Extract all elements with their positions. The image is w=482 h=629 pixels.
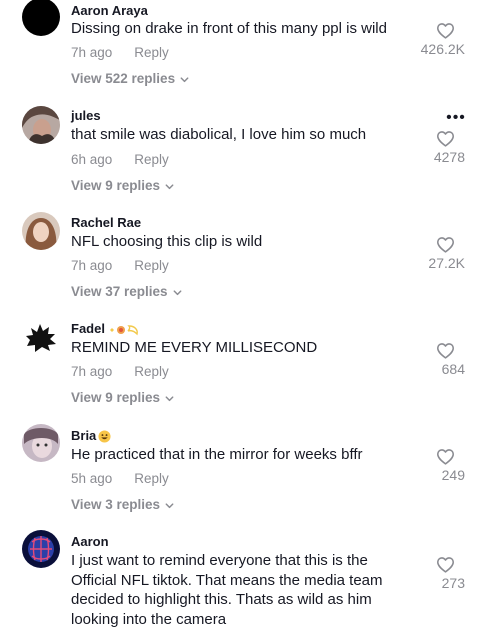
like-count: 273	[441, 575, 465, 591]
like-button[interactable]: 426.2K	[405, 22, 465, 57]
like-button[interactable]: 249	[405, 448, 465, 483]
comment-text: Dissing on drake in front of this many p…	[71, 20, 387, 37]
more-options-icon[interactable]: •••	[446, 110, 466, 126]
view-replies-label: View 9 replies	[71, 390, 161, 405]
heart-outline-icon	[437, 131, 454, 147]
reply-button[interactable]: Reply	[134, 258, 169, 273]
view-replies-button[interactable]: View 522 replies	[71, 71, 190, 86]
comment-text: REMIND ME EVERY MILLISECOND	[71, 339, 318, 356]
like-count: 684	[441, 361, 465, 377]
grinning-emoji-icon	[98, 430, 111, 443]
chevron-down-icon	[180, 77, 189, 83]
reply-button[interactable]: Reply	[134, 471, 169, 486]
comment-username[interactable]: Aaron Araya	[71, 3, 148, 18]
avatar-image	[22, 318, 60, 356]
chevron-down-icon	[165, 184, 174, 190]
comment-username-text: Fadel	[71, 321, 105, 336]
avatar[interactable]	[22, 318, 60, 356]
avatar[interactable]	[22, 424, 60, 462]
comment-username[interactable]: Fadel	[71, 321, 141, 337]
like-count: 4278	[433, 149, 465, 165]
reply-button[interactable]: Reply	[134, 45, 169, 60]
heart-outline-icon	[437, 237, 454, 253]
view-replies-label: View 522 replies	[71, 71, 176, 86]
comment-username-text: Bria	[71, 428, 97, 443]
like-button[interactable]: 684	[405, 342, 465, 377]
like-button[interactable]: 273	[405, 556, 465, 591]
comment-meta: 7h ago Reply	[71, 258, 169, 273]
heart-outline-icon	[437, 343, 454, 359]
view-replies-label: View 9 replies	[71, 178, 161, 193]
like-count: 249	[441, 467, 465, 483]
heart-outline-icon	[437, 449, 454, 465]
view-replies-button[interactable]: View 37 replies	[71, 284, 183, 299]
comment-text: I just want to remind everyone that this…	[71, 552, 383, 628]
comment-time: 7h ago	[71, 364, 113, 379]
chevron-down-icon	[173, 290, 182, 296]
chevron-down-icon	[165, 396, 174, 402]
reply-button[interactable]: Reply	[134, 152, 169, 167]
comment-time: 5h ago	[71, 471, 113, 486]
avatar[interactable]	[22, 212, 60, 250]
avatar[interactable]	[22, 106, 60, 144]
comment-text: He practiced that in the mirror for week…	[71, 446, 363, 463]
like-count: 426.2K	[420, 41, 465, 57]
avatar-image	[22, 106, 60, 144]
view-replies-label: View 37 replies	[71, 284, 168, 299]
avatar[interactable]	[22, 530, 60, 568]
comment-time: 7h ago	[71, 258, 113, 273]
view-replies-label: View 3 replies	[71, 497, 161, 512]
comment-meta: 5h ago Reply	[71, 471, 169, 486]
like-count: 27.2K	[428, 255, 465, 271]
avatar-image	[22, 530, 60, 568]
comment-time: 7h ago	[71, 45, 113, 60]
comment-time: 6h ago	[71, 152, 113, 167]
like-button[interactable]: 4278	[405, 130, 465, 165]
view-replies-button[interactable]: View 3 replies	[71, 497, 175, 512]
comment-meta: 7h ago Reply	[71, 364, 169, 379]
comment-username[interactable]: Bria	[71, 428, 111, 443]
comment-username[interactable]: Aaron	[71, 534, 109, 549]
comment-username[interactable]: jules	[71, 108, 101, 123]
comment-username[interactable]: Rachel Rae	[71, 215, 141, 230]
like-button[interactable]: 27.2K	[405, 236, 465, 271]
reply-button[interactable]: Reply	[134, 364, 169, 379]
heart-outline-icon	[437, 23, 454, 39]
avatar[interactable]	[22, 0, 60, 36]
avatar-image	[22, 212, 60, 250]
avatar-image	[22, 424, 60, 462]
heart-outline-icon	[437, 557, 454, 573]
comment-text: NFL choosing this clip is wild	[71, 233, 263, 250]
chevron-down-icon	[165, 503, 174, 509]
view-replies-button[interactable]: View 9 replies	[71, 390, 175, 405]
comment-meta: 7h ago Reply	[71, 45, 169, 60]
comment-text: that smile was diabolical, I love him so…	[71, 126, 367, 143]
view-replies-button[interactable]: View 9 replies	[71, 178, 175, 193]
sparkle-emoji-icon	[109, 324, 138, 335]
comment-meta: 6h ago Reply	[71, 152, 169, 167]
